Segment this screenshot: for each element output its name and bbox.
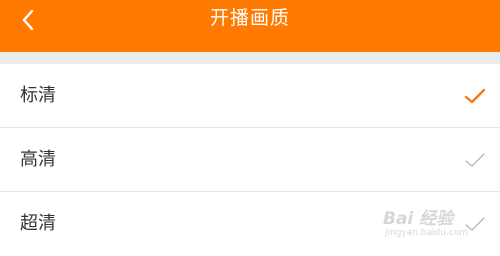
checkmark-icon — [464, 88, 486, 104]
checkmark-icon — [465, 153, 485, 167]
app-header: 开播画质 — [0, 0, 500, 52]
quality-option-list: 标清 高清 超清 — [0, 64, 500, 256]
quality-option-high[interactable]: 高清 — [0, 128, 500, 192]
option-label: 高清 — [20, 149, 56, 170]
checkmark-icon — [465, 217, 485, 231]
section-divider — [0, 52, 500, 64]
quality-option-ultra[interactable]: 超清 — [0, 192, 500, 256]
option-label: 标清 — [20, 85, 56, 106]
quality-option-standard[interactable]: 标清 — [0, 64, 500, 128]
option-label: 超清 — [20, 213, 56, 234]
page-title: 开播画质 — [209, 7, 290, 29]
